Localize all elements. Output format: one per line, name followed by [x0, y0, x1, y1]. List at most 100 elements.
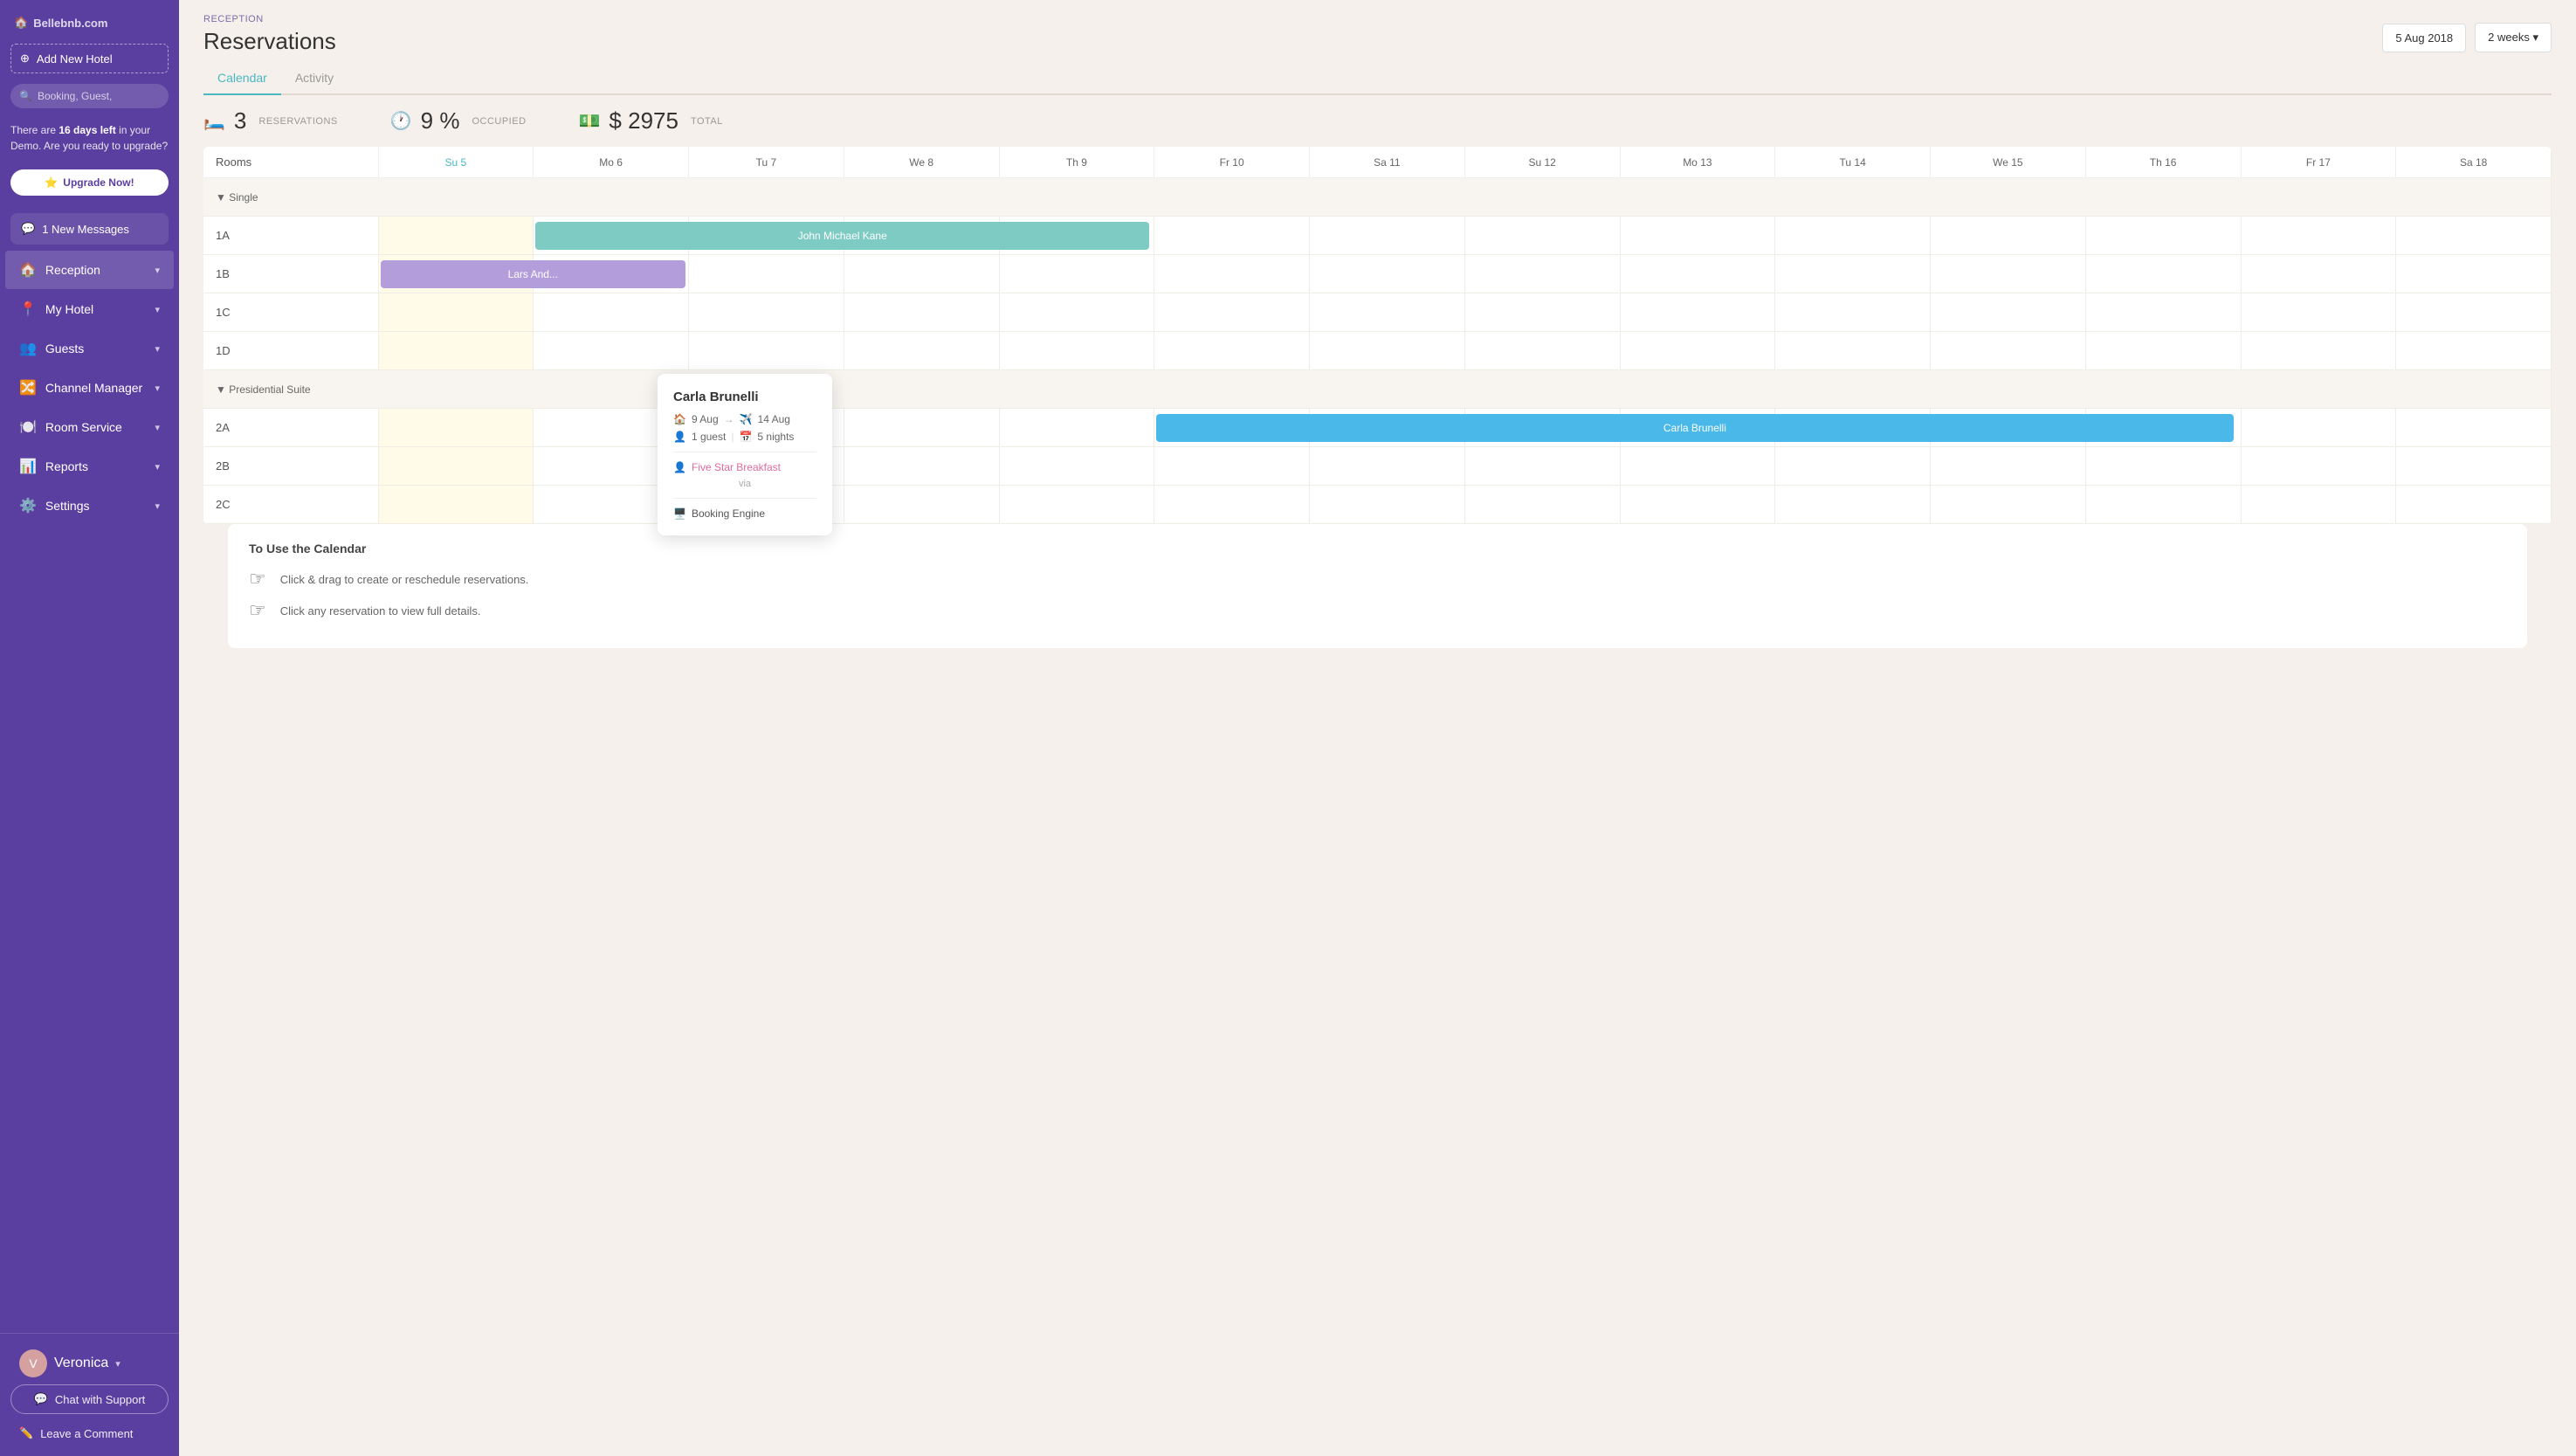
cell-2A-day-0[interactable] — [378, 409, 534, 447]
tab-activity[interactable]: Activity — [281, 64, 348, 95]
cell-1D-day-10[interactable] — [1931, 332, 2086, 370]
cell-1C-day-4[interactable] — [999, 293, 1154, 332]
cell-1D-day-8[interactable] — [1620, 332, 1775, 370]
cell-1D-day-2[interactable] — [689, 332, 844, 370]
cell-1D-day-12[interactable] — [2241, 332, 2396, 370]
sidebar-item-settings[interactable]: ⚙️ Settings ▾ — [5, 486, 174, 525]
range-picker-button[interactable]: 2 weeks ▾ — [2475, 23, 2552, 52]
cell-2A-day-5[interactable]: Carla Brunelli — [1154, 409, 1310, 447]
cell-1A-day-7[interactable] — [1464, 217, 1620, 255]
cell-2B-day-5[interactable] — [1154, 447, 1310, 486]
cell-2B-day-8[interactable] — [1620, 447, 1775, 486]
tab-calendar[interactable]: Calendar — [203, 64, 281, 95]
reservation-lars[interactable]: Lars And... — [381, 260, 686, 288]
chat-support-button[interactable]: 💬 Chat with Support — [10, 1384, 169, 1414]
cell-1A-day-12[interactable] — [2241, 217, 2396, 255]
cell-1A-day-13[interactable] — [2396, 217, 2552, 255]
cell-1C-day-0[interactable] — [378, 293, 534, 332]
cell-2C-day-11[interactable] — [2085, 486, 2241, 524]
cell-1C-day-8[interactable] — [1620, 293, 1775, 332]
sidebar-item-my-hotel[interactable]: 📍 My Hotel ▾ — [5, 290, 174, 328]
cell-1B-day-4[interactable] — [999, 255, 1154, 293]
cell-2C-day-13[interactable] — [2396, 486, 2552, 524]
upgrade-button[interactable]: ⭐ Upgrade Now! — [10, 169, 169, 196]
cell-1C-day-6[interactable] — [1310, 293, 1465, 332]
cell-1C-day-12[interactable] — [2241, 293, 2396, 332]
cell-1D-day-6[interactable] — [1310, 332, 1465, 370]
sidebar-item-reports[interactable]: 📊 Reports ▾ — [5, 447, 174, 486]
cell-2C-day-8[interactable] — [1620, 486, 1775, 524]
cell-1D-day-9[interactable] — [1775, 332, 1931, 370]
cell-2B-day-10[interactable] — [1931, 447, 2086, 486]
cell-1D-day-0[interactable] — [378, 332, 534, 370]
cell-1B-day-7[interactable] — [1464, 255, 1620, 293]
cell-2C-day-6[interactable] — [1310, 486, 1465, 524]
cell-1B-day-5[interactable] — [1154, 255, 1310, 293]
cell-2B-day-12[interactable] — [2241, 447, 2396, 486]
cell-1B-day-13[interactable] — [2396, 255, 2552, 293]
cell-1B-day-9[interactable] — [1775, 255, 1931, 293]
cell-2C-day-12[interactable] — [2241, 486, 2396, 524]
cell-1D-day-4[interactable] — [999, 332, 1154, 370]
cell-1A-day-10[interactable] — [1931, 217, 2086, 255]
cell-1A-day-6[interactable] — [1310, 217, 1465, 255]
messages-badge[interactable]: 💬 1 New Messages — [10, 213, 169, 245]
search-bar[interactable]: 🔍 Booking, Guest, — [10, 84, 169, 108]
date-picker-button[interactable]: 5 Aug 2018 — [2382, 24, 2466, 52]
cell-1C-day-9[interactable] — [1775, 293, 1931, 332]
cell-1A-day-9[interactable] — [1775, 217, 1931, 255]
cell-1B-day-8[interactable] — [1620, 255, 1775, 293]
cell-2B-day-4[interactable] — [999, 447, 1154, 486]
cell-1D-day-3[interactable] — [844, 332, 999, 370]
reservation-carla[interactable]: Carla Brunelli — [1156, 414, 2233, 442]
cell-2B-day-9[interactable] — [1775, 447, 1931, 486]
sidebar-item-guests[interactable]: 👥 Guests ▾ — [5, 329, 174, 368]
leave-comment-button[interactable]: ✏️ Leave a Comment — [10, 1419, 169, 1447]
cell-1D-day-7[interactable] — [1464, 332, 1620, 370]
cell-1A-day-5[interactable] — [1154, 217, 1310, 255]
cell-1D-day-1[interactable] — [534, 332, 689, 370]
cell-1B-day-6[interactable] — [1310, 255, 1465, 293]
cell-2C-day-7[interactable] — [1464, 486, 1620, 524]
add-hotel-button[interactable]: ⊕ Add New Hotel — [10, 44, 169, 73]
cell-1C-day-13[interactable] — [2396, 293, 2552, 332]
cell-2C-day-3[interactable] — [844, 486, 999, 524]
user-profile[interactable]: V Veronica ▾ — [10, 1342, 169, 1384]
cell-1C-day-5[interactable] — [1154, 293, 1310, 332]
cell-1B-day-3[interactable] — [844, 255, 999, 293]
cell-1C-day-7[interactable] — [1464, 293, 1620, 332]
reservation-popup[interactable]: Carla Brunelli 🏠 9 Aug → ✈️ 14 Aug 👤 1 g… — [658, 374, 832, 535]
cell-1C-day-3[interactable] — [844, 293, 999, 332]
sidebar-item-reception[interactable]: 🏠 Reception ▾ — [5, 251, 174, 289]
cell-1B-day-2[interactable] — [689, 255, 844, 293]
cell-1C-day-10[interactable] — [1931, 293, 2086, 332]
cell-2B-day-11[interactable] — [2085, 447, 2241, 486]
cell-2A-day-4[interactable] — [999, 409, 1154, 447]
cell-1B-day-10[interactable] — [1931, 255, 2086, 293]
cell-1C-day-2[interactable] — [689, 293, 844, 332]
cell-2B-day-0[interactable] — [378, 447, 534, 486]
cell-1D-day-11[interactable] — [2085, 332, 2241, 370]
cell-2C-day-4[interactable] — [999, 486, 1154, 524]
cell-2A-day-12[interactable] — [2241, 409, 2396, 447]
sidebar-item-room-service[interactable]: 🍽️ Room Service ▾ — [5, 408, 174, 446]
cell-1A-day-11[interactable] — [2085, 217, 2241, 255]
cell-2C-day-10[interactable] — [1931, 486, 2086, 524]
sidebar-item-channel-manager[interactable]: 🔀 Channel Manager ▾ — [5, 369, 174, 407]
cell-1D-day-5[interactable] — [1154, 332, 1310, 370]
cell-2A-day-13[interactable] — [2396, 409, 2552, 447]
cell-1B-day-0[interactable]: Lars And... — [378, 255, 534, 293]
cell-1A-day-1[interactable]: John Michael Kane — [534, 217, 689, 255]
cell-2B-day-7[interactable] — [1464, 447, 1620, 486]
cell-1C-day-1[interactable] — [534, 293, 689, 332]
cell-1B-day-11[interactable] — [2085, 255, 2241, 293]
cell-2C-day-0[interactable] — [378, 486, 534, 524]
cell-1B-day-12[interactable] — [2241, 255, 2396, 293]
reservation-john[interactable]: John Michael Kane — [535, 222, 1149, 250]
cell-2A-day-3[interactable] — [844, 409, 999, 447]
cell-2B-day-3[interactable] — [844, 447, 999, 486]
cell-2B-day-13[interactable] — [2396, 447, 2552, 486]
cell-1A-day-0[interactable] — [378, 217, 534, 255]
cell-1A-day-8[interactable] — [1620, 217, 1775, 255]
cell-1C-day-11[interactable] — [2085, 293, 2241, 332]
